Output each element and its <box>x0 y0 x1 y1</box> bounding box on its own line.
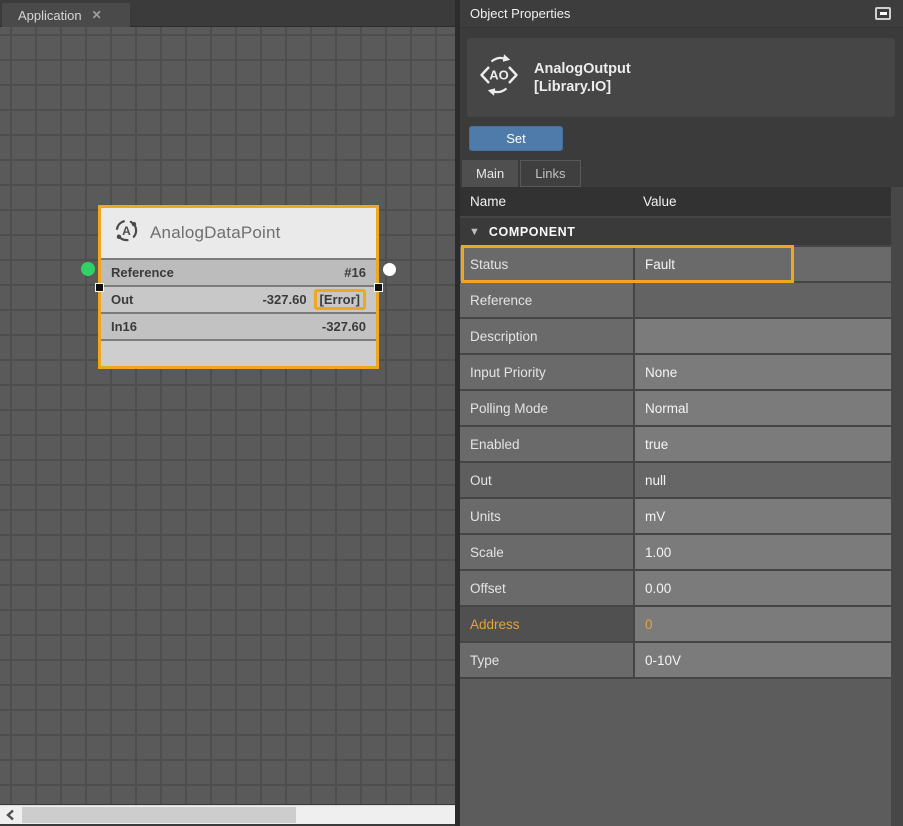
object-properties-panel: Object Properties AO AnalogOutput [Libra… <box>460 0 903 826</box>
property-name: Enabled <box>460 427 633 461</box>
svg-text:A: A <box>122 224 131 238</box>
input-port[interactable] <box>81 262 95 276</box>
property-value[interactable] <box>633 319 891 353</box>
node-row-reference[interactable]: Reference #16 <box>101 258 376 285</box>
node-analogdatapoint[interactable]: A AnalogDataPoint Reference #16 Out -327… <box>98 205 379 369</box>
property-name: Status <box>460 247 633 281</box>
tab-application[interactable]: Application ✕ <box>2 3 130 27</box>
property-value[interactable]: 1.00 <box>633 535 891 569</box>
property-row-description[interactable]: Description <box>460 319 891 355</box>
node-title: AnalogDataPoint <box>150 223 281 243</box>
object-header-card: AO AnalogOutput [Library.IO] <box>467 38 895 117</box>
table-empty-area <box>460 679 891 826</box>
panel-titlebar: Object Properties <box>460 0 903 28</box>
property-rows: StatusFaultReferenceDescriptionInput Pri… <box>460 247 891 679</box>
node-row-label: In16 <box>111 319 322 334</box>
property-value[interactable]: None <box>633 355 891 389</box>
node-row-label: Reference <box>111 265 344 280</box>
svg-text:AO: AO <box>489 68 509 83</box>
property-name: Scale <box>460 535 633 569</box>
property-name: Out <box>460 463 633 497</box>
node-row-value: -327.60 <box>322 319 366 334</box>
property-row-offset[interactable]: Offset0.00 <box>460 571 891 607</box>
selection-handle-left[interactable] <box>95 283 104 292</box>
property-value[interactable]: Fault <box>633 247 891 281</box>
property-value[interactable]: 0 <box>633 607 891 641</box>
property-value[interactable]: mV <box>633 499 891 533</box>
property-name: Address <box>460 607 633 641</box>
dock-window-icon[interactable] <box>875 7 891 20</box>
object-name: AnalogOutput <box>534 60 631 78</box>
property-name: Units <box>460 499 633 533</box>
scroll-left-arrow-icon[interactable] <box>0 806 20 824</box>
panel-title: Object Properties <box>470 6 875 21</box>
vertical-scrollbar-track[interactable] <box>891 187 903 826</box>
property-row-out[interactable]: Outnull <box>460 463 891 499</box>
tab-links[interactable]: Links <box>520 160 580 187</box>
node-row-label: Out <box>111 292 262 307</box>
tab-application-label: Application <box>18 8 82 23</box>
property-value[interactable]: 0.00 <box>633 571 891 605</box>
column-header-value: Value <box>633 194 677 209</box>
collapse-caret-icon[interactable]: ▼ <box>469 226 480 238</box>
group-row-component[interactable]: ▼ COMPONENT <box>460 218 891 247</box>
property-name: Polling Mode <box>460 391 633 425</box>
table-header-row: Name Value <box>460 187 891 218</box>
property-value[interactable]: Normal <box>633 391 891 425</box>
analog-datapoint-icon: A <box>114 218 139 248</box>
close-icon[interactable]: ✕ <box>92 9 102 21</box>
property-row-input-priority[interactable]: Input PriorityNone <box>460 355 891 391</box>
property-name: Offset <box>460 571 633 605</box>
property-row-scale[interactable]: Scale1.00 <box>460 535 891 571</box>
property-row-type[interactable]: Type0-10V <box>460 643 891 679</box>
property-row-units[interactable]: UnitsmV <box>460 499 891 535</box>
property-row-enabled[interactable]: Enabledtrue <box>460 427 891 463</box>
node-row-in16[interactable]: In16 -327.60 <box>101 312 376 339</box>
node-row-value: #16 <box>344 265 366 280</box>
property-row-polling-mode[interactable]: Polling ModeNormal <box>460 391 891 427</box>
property-name: Input Priority <box>460 355 633 389</box>
horizontal-scrollbar[interactable] <box>0 805 455 824</box>
column-header-name: Name <box>460 194 633 209</box>
analog-output-icon: AO <box>477 51 521 104</box>
wiresheet-pane: Application ✕ A AnalogDataPoint Referenc… <box>0 0 455 826</box>
property-row-status[interactable]: StatusFault <box>460 247 891 283</box>
property-name: Description <box>460 319 633 353</box>
property-value[interactable] <box>633 283 891 317</box>
property-value[interactable]: 0-10V <box>633 643 891 677</box>
object-library: [Library.IO] <box>534 78 631 96</box>
node-header[interactable]: A AnalogDataPoint <box>101 208 376 258</box>
scrollbar-thumb[interactable] <box>22 807 296 823</box>
property-row-address[interactable]: Address0 <box>460 607 891 643</box>
property-value[interactable]: null <box>633 463 891 497</box>
property-name: Reference <box>460 283 633 317</box>
property-row-reference[interactable]: Reference <box>460 283 891 319</box>
document-tabbar: Application ✕ <box>0 0 455 27</box>
tab-main[interactable]: Main <box>462 160 518 187</box>
error-badge: [Error] <box>314 289 366 310</box>
properties-tabs: Main Links <box>462 160 903 187</box>
set-button[interactable]: Set <box>469 126 563 151</box>
node-footer <box>101 339 376 366</box>
properties-table: Name Value ▼ COMPONENT StatusFaultRefere… <box>460 187 891 826</box>
output-port[interactable] <box>383 263 396 276</box>
property-name: Type <box>460 643 633 677</box>
wiresheet-canvas[interactable]: A AnalogDataPoint Reference #16 Out -327… <box>0 27 455 804</box>
property-value[interactable]: true <box>633 427 891 461</box>
selection-handle-right[interactable] <box>374 283 383 292</box>
node-row-value: -327.60 <box>262 292 306 307</box>
group-label: COMPONENT <box>489 225 576 239</box>
node-row-out[interactable]: Out -327.60 [Error] <box>101 285 376 312</box>
